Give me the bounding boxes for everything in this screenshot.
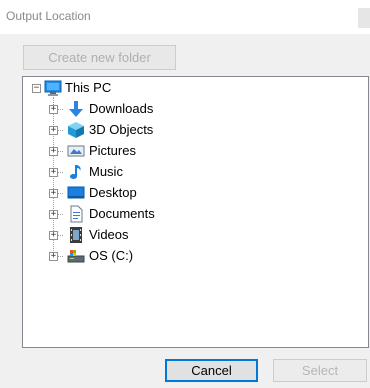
tree-node-3d-objects[interactable]: + 3D Objects (23, 120, 223, 140)
select-button[interactable]: Select (273, 359, 367, 382)
computer-icon (44, 80, 62, 96)
videos-icon (70, 227, 82, 243)
tree-node-label: Documents (89, 206, 155, 221)
tree-node-desktop[interactable]: + Desktop (23, 183, 223, 203)
tree-node-label: Videos (89, 227, 129, 242)
tree-node-pictures[interactable]: + Pictures (23, 141, 223, 161)
title-bar: Output Location (0, 0, 370, 34)
3d-objects-icon (68, 122, 84, 138)
tree-node-documents[interactable]: + Documents (23, 204, 223, 224)
drive-icon (67, 250, 85, 263)
desktop-icon (67, 186, 85, 199)
tree-node-videos[interactable]: + Videos (23, 225, 223, 245)
create-new-folder-button[interactable]: Create new folder (23, 45, 176, 70)
folder-tree[interactable]: − This PC + Downloads + 3D Objects + Pic… (22, 76, 369, 348)
tree-node-label: This PC (65, 80, 112, 95)
tree-node-label: Desktop (89, 185, 137, 200)
tree-node-label: Downloads (89, 101, 154, 116)
cancel-button[interactable]: Cancel (165, 359, 258, 382)
documents-icon (70, 205, 83, 223)
tree-node-label: OS (C:) (89, 248, 134, 263)
pictures-icon (67, 145, 85, 157)
tree-node-label: Pictures (89, 143, 136, 158)
expand-toggle[interactable]: + (49, 168, 58, 177)
tree-node-this-pc[interactable]: − This PC (23, 78, 223, 98)
title-bar-edge (358, 8, 370, 28)
downloads-icon (69, 101, 83, 117)
tree-node-label: Music (89, 164, 123, 179)
expand-toggle[interactable]: + (49, 126, 58, 135)
expand-toggle[interactable]: + (49, 231, 58, 240)
expand-toggle[interactable]: + (49, 210, 58, 219)
tree-node-downloads[interactable]: + Downloads (23, 99, 223, 119)
expand-toggle[interactable]: + (49, 147, 58, 156)
tree-node-os-c[interactable]: + OS (C:) (23, 246, 223, 266)
output-location-dialog: Output Location Create new folder − This… (0, 0, 370, 388)
music-icon (70, 165, 81, 179)
dialog-title: Output Location (6, 9, 91, 23)
tree-node-label: 3D Objects (89, 122, 154, 137)
expand-toggle[interactable]: + (49, 189, 58, 198)
expand-toggle[interactable]: + (49, 252, 58, 261)
expand-toggle[interactable]: + (49, 105, 58, 114)
tree-node-music[interactable]: + Music (23, 162, 223, 182)
collapse-toggle[interactable]: − (32, 84, 41, 93)
